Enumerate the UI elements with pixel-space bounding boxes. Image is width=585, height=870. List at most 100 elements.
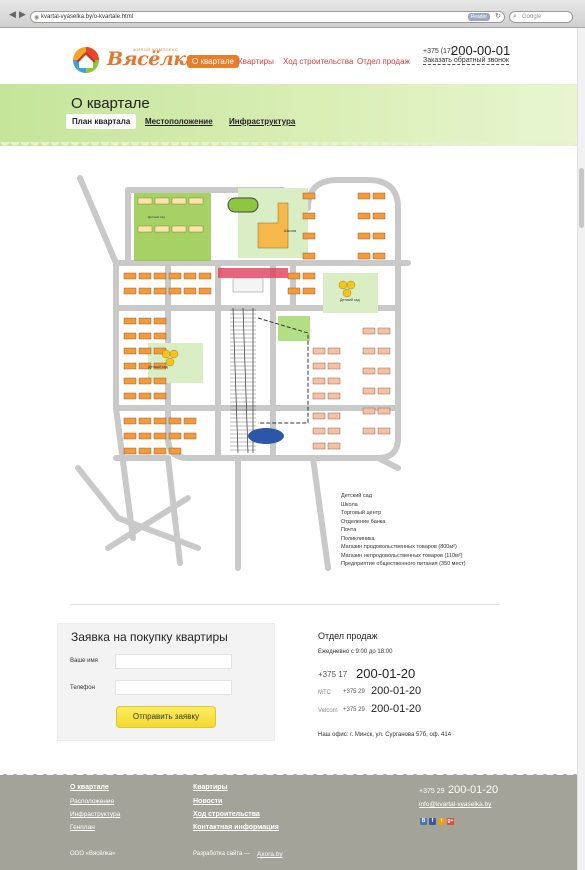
nav-sales[interactable]: Отдел продаж — [357, 57, 410, 66]
reload-icon[interactable]: ↻ — [495, 12, 501, 22]
blue-building — [248, 428, 284, 444]
housing-block — [312, 412, 326, 420]
footer-link-genplan[interactable]: Генплан — [70, 824, 95, 831]
housing-block — [138, 347, 152, 355]
footer-email[interactable]: info@kvartal-vyaselka.by — [419, 801, 491, 808]
housing-block — [123, 417, 137, 425]
sales-operator-3: Velcom — [318, 708, 338, 714]
housing-block — [302, 252, 316, 260]
facebook-icon[interactable]: f — [429, 818, 436, 825]
housing-block — [138, 272, 152, 280]
legend-item: Детский сад — [341, 493, 372, 499]
sales-phone-prefix-1: +375 17 — [318, 670, 348, 679]
housing-block — [138, 377, 152, 385]
footer-link-construction[interactable]: Ход строительства — [193, 811, 260, 818]
housing-block — [183, 272, 197, 280]
google-plus-icon[interactable]: g+ — [447, 818, 454, 825]
housing-block — [372, 192, 386, 200]
globe-icon: ◉ — [34, 15, 40, 21]
header-phone-prefix: +375 (17) — [423, 48, 454, 55]
back-icon[interactable]: ◀ — [8, 10, 17, 19]
footer-link-about[interactable]: О квартале — [70, 784, 109, 791]
legend-item: Школа — [341, 501, 358, 508]
page-title: О квартале — [71, 95, 150, 112]
nav-apartments[interactable]: Квартиры — [238, 57, 274, 66]
reader-button[interactable]: Reader — [467, 13, 490, 21]
footer-link-infrastructure[interactable]: Инфраструктура — [70, 811, 120, 818]
kindergarten-label-2: Детский сад — [148, 365, 168, 369]
housing-block — [362, 427, 376, 435]
sales-phone-prefix-3: +375 29 — [343, 707, 365, 713]
housing-block — [357, 212, 371, 220]
housing-block — [327, 362, 341, 370]
tab-infrastructure[interactable]: Инфраструктура — [229, 117, 295, 126]
housing-block — [302, 212, 316, 220]
housing-block — [312, 442, 326, 450]
housing-block — [168, 272, 182, 280]
housing-block — [362, 387, 376, 395]
footer-link-location[interactable]: Расположение — [70, 798, 114, 805]
name-label: Ваше имя — [70, 658, 98, 664]
footer-link-contacts[interactable]: Контактная информация — [193, 824, 279, 831]
housing-block — [153, 287, 167, 295]
footer-phone-prefix: +375 29 — [419, 788, 445, 795]
shopping-center — [218, 268, 288, 278]
footer-link-apartments[interactable]: Квартиры — [193, 784, 228, 791]
housing-block — [302, 232, 316, 240]
housing-block — [138, 447, 152, 455]
callback-link[interactable]: Заказать обратный звонок — [423, 57, 509, 65]
odnoklassniki-icon[interactable]: t — [438, 818, 445, 825]
housing-block — [123, 392, 137, 400]
housing-block — [377, 407, 391, 415]
sales-title: Отдел продаж — [318, 631, 378, 641]
submit-request-button[interactable]: Отправить заявку — [116, 706, 216, 728]
footer-copyright: ООО «Вясёлка» — [70, 851, 116, 857]
logo-name[interactable]: Вясёлка — [107, 48, 198, 70]
sales-phone-number-1: 200-01-20 — [356, 666, 416, 681]
legend-item: Магазин продовольственных товаров (800м²… — [341, 544, 457, 550]
address-bar[interactable]: ◉ kvartal-vyaselka.by/o-kvartale.html Re… — [30, 11, 505, 23]
housing-block — [168, 432, 182, 440]
forward-icon[interactable]: ▶ — [18, 10, 27, 19]
name-input[interactable] — [115, 654, 232, 669]
housing-block — [153, 392, 167, 400]
footer-developer-link[interactable]: Axora.by — [257, 851, 283, 858]
footer-link-news[interactable]: Новости — [193, 798, 222, 805]
footer-phone-number: 200-01-20 — [448, 784, 499, 796]
section-divider — [70, 604, 500, 605]
housing-block — [123, 447, 137, 455]
search-icon: ⌕ — [513, 13, 517, 20]
housing-block — [154, 225, 170, 233]
housing-block — [154, 197, 170, 205]
housing-block — [377, 427, 391, 435]
legend-item: Отделение банка — [341, 518, 386, 525]
housing-block — [138, 417, 152, 425]
housing-block — [357, 232, 371, 240]
tab-plan[interactable]: План квартала — [66, 114, 137, 129]
housing-block — [372, 252, 386, 260]
housing-block — [362, 407, 376, 415]
tab-location[interactable]: Местоположение — [145, 117, 213, 126]
housing-block — [153, 417, 167, 425]
housing-block — [137, 197, 153, 205]
page-scrollbar[interactable] — [577, 28, 585, 870]
search-placeholder: Google — [522, 14, 542, 20]
header-phone-number: 200-00-01 — [451, 43, 511, 58]
housing-block — [123, 377, 137, 385]
vk-icon[interactable]: В — [420, 818, 427, 825]
housing-block — [287, 272, 301, 280]
housing-block — [138, 332, 152, 340]
nav-construction[interactable]: Ход строительства — [283, 57, 353, 66]
school-label: Школа — [284, 228, 297, 233]
housing-block — [362, 347, 376, 355]
search-input[interactable]: ⌕ Google — [509, 11, 573, 23]
housing-block — [287, 287, 301, 295]
kindergarten-label-1: Детский сад — [340, 298, 360, 302]
sales-phone-number-3: 200-01-20 — [371, 703, 422, 715]
logo-icon[interactable] — [70, 44, 102, 74]
nav-about[interactable]: О квартале — [187, 55, 239, 68]
scroll-thumb[interactable] — [579, 168, 584, 228]
phone-input[interactable] — [115, 680, 232, 695]
housing-block — [188, 197, 204, 205]
trade-building — [232, 277, 264, 293]
